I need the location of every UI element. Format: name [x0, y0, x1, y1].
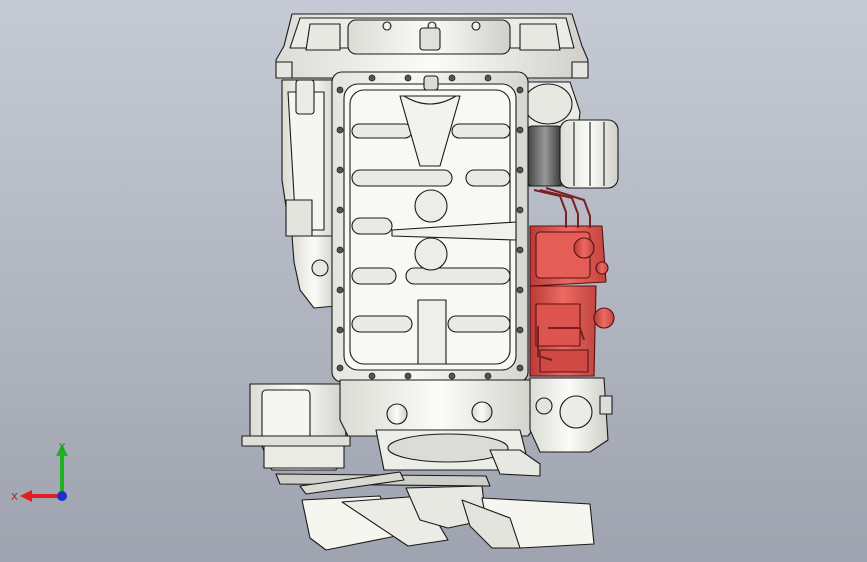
- x-axis-label: X: [11, 492, 18, 503]
- engine-model[interactable]: [0, 0, 867, 562]
- y-axis-label: Y: [58, 442, 66, 453]
- oil-filter[interactable]: [523, 81, 619, 189]
- fuel-pump[interactable]: [529, 225, 615, 377]
- left-housing[interactable]: [281, 79, 339, 309]
- top-cover[interactable]: [275, 13, 589, 79]
- front-housing[interactable]: [241, 377, 613, 477]
- oil-pan[interactable]: [331, 71, 529, 383]
- x-axis-arrow: [20, 490, 62, 502]
- coordinate-triad: Y X: [11, 442, 68, 503]
- cooling-fan[interactable]: [301, 485, 595, 551]
- 3d-viewport[interactable]: Y X: [0, 0, 867, 562]
- z-axis-dot: [57, 491, 67, 501]
